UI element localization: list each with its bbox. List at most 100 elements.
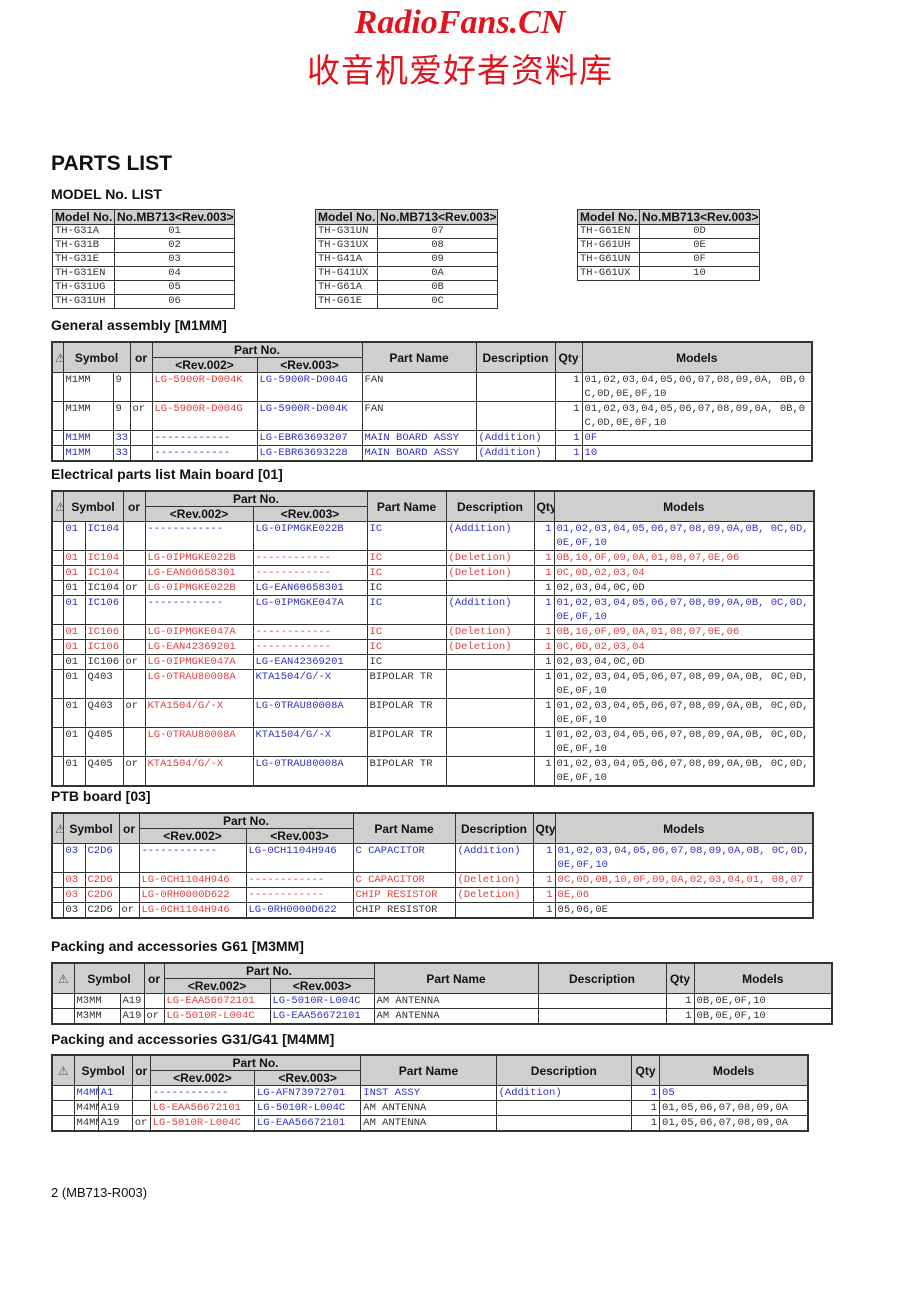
or-flag bbox=[122, 521, 146, 551]
model-number: TH-G61A bbox=[315, 280, 378, 295]
warning-cell bbox=[51, 521, 64, 551]
symbol-board: 01 bbox=[62, 669, 86, 699]
symbol-board: M1MM bbox=[62, 445, 114, 462]
model-code: 0B bbox=[377, 280, 498, 295]
models: 05,06,0E bbox=[554, 902, 814, 919]
part-name: AM ANTENNA bbox=[373, 1008, 539, 1025]
part-name: MAIN BOARD ASSY bbox=[361, 445, 477, 462]
model-row: TH-G31UX 08 bbox=[315, 238, 498, 253]
column-header-rev002: <Rev.002> bbox=[149, 1070, 256, 1086]
symbol-board: 03 bbox=[62, 843, 86, 873]
model-number: TH-G31UX bbox=[315, 238, 378, 253]
model-number: TH-G31UN bbox=[315, 224, 378, 239]
or-flag bbox=[122, 550, 146, 566]
model-list-header: Model No. No.MB713<Rev.003> bbox=[577, 209, 760, 225]
table-header-row: ⚠SymbolorPart No.Part NameDescriptionQty… bbox=[51, 1054, 809, 1086]
column-header-qty: Qty bbox=[630, 1054, 661, 1086]
description: (Addition) bbox=[445, 521, 535, 551]
or-flag: or bbox=[129, 401, 153, 431]
column-header-or: or bbox=[122, 490, 146, 522]
symbol-board: 01 bbox=[62, 550, 86, 566]
column-header-part-no: Part No. bbox=[138, 812, 354, 829]
model-code: 0C bbox=[377, 294, 498, 309]
part-no-rev003: LG-EAN60658301 bbox=[252, 580, 368, 596]
model-list-table: Model No. No.MB713<Rev.003> TH-G31A 01 TH-G3… bbox=[52, 209, 235, 309]
model-code: 0E bbox=[639, 238, 760, 253]
qty: 1 bbox=[554, 430, 583, 446]
part-no-rev003: LG-0IPMGKE047A bbox=[252, 595, 368, 625]
description: (Deletion) bbox=[454, 887, 534, 903]
part-name: CHIP RESISTOR bbox=[352, 887, 456, 903]
table-row: 03 C2D6 or LG-0CH1104H946 LG-0RH0000D622 CHIP… bbox=[51, 902, 814, 919]
models: 0B,10,0F,09,0A,01,08,07,0E,06 bbox=[553, 550, 815, 566]
table-row: M4MMA1 ------------LG-AFN73972701INST ASS… bbox=[51, 1085, 809, 1101]
or-flag: or bbox=[143, 1008, 165, 1025]
symbol-board: 01 bbox=[62, 727, 86, 757]
models: 10 bbox=[581, 445, 813, 462]
model-row: TH-G61EN 0D bbox=[577, 224, 760, 239]
models: 02,03,04,0C,0D bbox=[553, 580, 815, 596]
column-header-part-name: Part Name bbox=[373, 962, 539, 994]
column-header-part-no: Part No. bbox=[151, 341, 363, 358]
model-row: TH-G61UH 0E bbox=[577, 238, 760, 253]
table-row: 01 IC106 ------------ LG-0IPMGKE047A IC (Addi… bbox=[51, 595, 815, 625]
parts-table: ⚠SymbolorPart No.Part NameDescriptionQty… bbox=[51, 341, 814, 462]
part-no-rev002: LG-0RH0000D622 bbox=[138, 887, 247, 903]
models: 0E,06 bbox=[554, 887, 814, 903]
models: 01,02,03,04,05,06,07,08,09,0A,0B, 0C,0D,… bbox=[553, 521, 815, 551]
or-flag bbox=[122, 595, 146, 625]
symbol-board: M4MM bbox=[73, 1085, 99, 1101]
table-row: 01 Q405 or KTA1504/G/-X LG-0TRAU80008A BIPOLA… bbox=[51, 756, 815, 787]
part-no-rev002: ------------ bbox=[138, 843, 247, 873]
column-header: No.MB713<Rev.003> bbox=[639, 209, 760, 225]
part-no-rev003: KTA1504/G/-X bbox=[252, 727, 368, 757]
column-header-rev003: <Rev.003> bbox=[256, 357, 363, 373]
symbol-ref: IC106 bbox=[84, 654, 124, 670]
or-flag bbox=[122, 727, 146, 757]
models: 02,03,04,0C,0D bbox=[553, 654, 815, 670]
table-header-row: ⚠SymbolorPart No.Part NameDescriptionQty… bbox=[51, 490, 815, 522]
part-no-rev002: KTA1504/G/-X bbox=[144, 698, 254, 728]
column-header-models: Models bbox=[581, 341, 813, 373]
model-number: TH-G61E bbox=[315, 294, 378, 309]
column-header-description: Description bbox=[537, 962, 667, 994]
warning-cell bbox=[51, 1115, 75, 1132]
model-list-header: Model No. No.MB713<Rev.003> bbox=[52, 209, 235, 225]
part-no-rev003: LG-5010R-L004C bbox=[253, 1100, 362, 1116]
model-number: TH-G41UX bbox=[315, 266, 378, 281]
column-header-description: Description bbox=[445, 490, 535, 522]
symbol-ref: IC104 bbox=[84, 521, 124, 551]
part-no-rev002: ------------ bbox=[149, 1085, 256, 1101]
or-flag: or bbox=[118, 902, 140, 919]
model-row: TH-G31UG 05 bbox=[52, 280, 235, 295]
part-no-rev002: ------------ bbox=[144, 521, 254, 551]
symbol-board: 01 bbox=[62, 595, 86, 625]
warning-cell bbox=[51, 843, 64, 873]
description bbox=[445, 756, 535, 787]
description: (Deletion) bbox=[445, 565, 535, 581]
part-no-rev003: LG-5010R-L004C bbox=[269, 993, 375, 1009]
table-row: 01 IC106 or LG-0IPMGKE047A LG-EAN42369201 IC 1… bbox=[51, 654, 815, 670]
symbol-ref: A19 bbox=[119, 1008, 145, 1025]
or-flag: or bbox=[122, 698, 146, 728]
description bbox=[537, 1008, 667, 1025]
warning-cell bbox=[51, 595, 64, 625]
part-name: MAIN BOARD ASSY bbox=[361, 430, 477, 446]
page-title: PARTS LIST bbox=[51, 152, 172, 175]
section-heading: Electrical parts list Main board [01] bbox=[51, 466, 283, 482]
part-name: C CAPACITOR bbox=[352, 843, 456, 873]
part-name: BIPOLAR TR bbox=[366, 698, 447, 728]
description bbox=[445, 580, 535, 596]
parts-table: ⚠SymbolorPart No.Part NameDescriptionQty… bbox=[51, 490, 816, 787]
symbol-ref: C2D6 bbox=[84, 887, 120, 903]
warning-cell bbox=[51, 580, 64, 596]
qty: 1 bbox=[532, 872, 556, 888]
part-no-rev002: KTA1504/G/-X bbox=[144, 756, 254, 787]
part-no-rev003: LG-EAA56672101 bbox=[253, 1115, 362, 1132]
model-code: 0D bbox=[639, 224, 760, 239]
or-flag bbox=[122, 669, 146, 699]
or-flag bbox=[122, 639, 146, 655]
description bbox=[537, 993, 667, 1009]
warning-cell bbox=[51, 756, 64, 787]
model-code: 07 bbox=[377, 224, 498, 239]
